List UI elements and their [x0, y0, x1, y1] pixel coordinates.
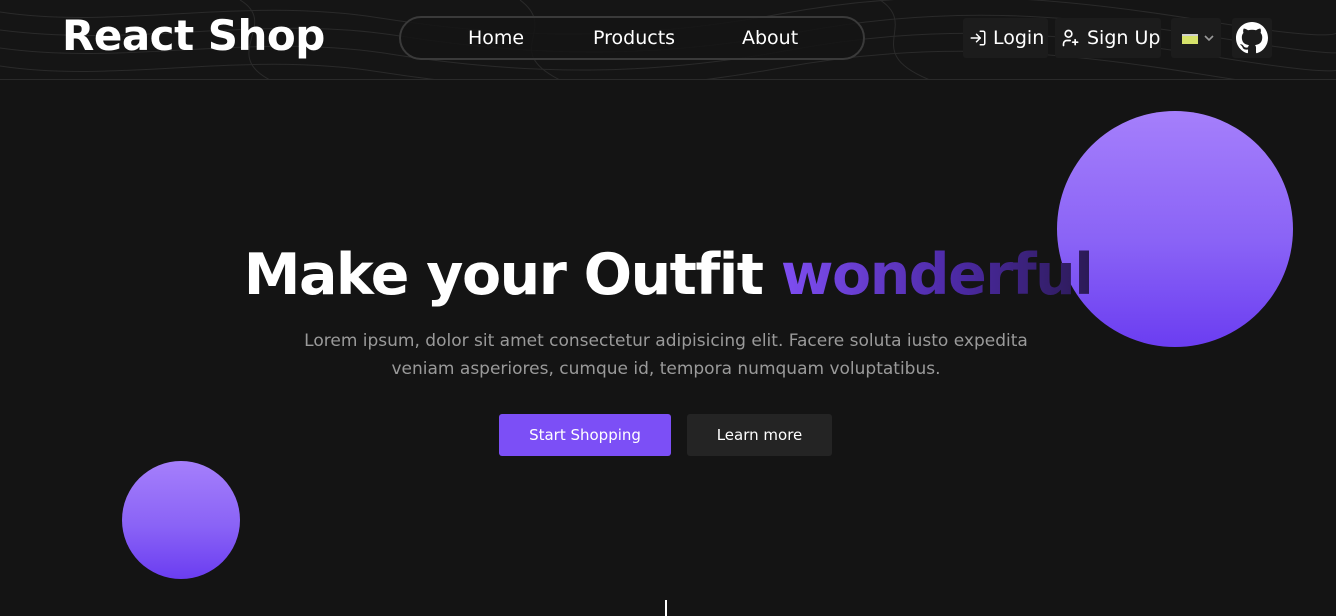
user-plus-icon: [1062, 29, 1079, 47]
login-label: Login: [993, 27, 1045, 49]
page: React Shop Home Products About Login Sig…: [0, 0, 1336, 616]
hero-title: Make your Outfit wonderful: [0, 238, 1336, 312]
main-nav: Home Products About: [399, 16, 865, 60]
login-button[interactable]: Login: [963, 18, 1048, 58]
nav-link-products[interactable]: Products: [593, 18, 675, 58]
nav-link-about[interactable]: About: [742, 18, 798, 58]
decorative-circle-small: [122, 461, 240, 579]
hero-subtitle: Lorem ipsum, dolor sit amet consectetur …: [304, 331, 1028, 379]
scroll-indicator: [665, 600, 667, 616]
hero-title-main: Make your Outfit: [243, 242, 764, 308]
learn-more-button[interactable]: Learn more: [687, 414, 832, 456]
brand-logo[interactable]: React Shop: [62, 10, 325, 62]
hero-title-highlight: wonderful: [780, 242, 1094, 308]
top-navbar: React Shop Home Products About Login Sig…: [0, 0, 1336, 80]
signup-button[interactable]: Sign Up: [1055, 18, 1161, 58]
github-icon: [1236, 22, 1268, 54]
language-select[interactable]: [1171, 18, 1221, 58]
signup-label: Sign Up: [1087, 27, 1161, 49]
login-icon: [970, 30, 986, 46]
github-link[interactable]: [1232, 18, 1272, 58]
chevron-down-icon: [1204, 35, 1214, 42]
nav-link-home[interactable]: Home: [468, 18, 524, 58]
flag-icon: [1182, 34, 1198, 44]
start-shopping-button[interactable]: Start Shopping: [499, 414, 671, 456]
